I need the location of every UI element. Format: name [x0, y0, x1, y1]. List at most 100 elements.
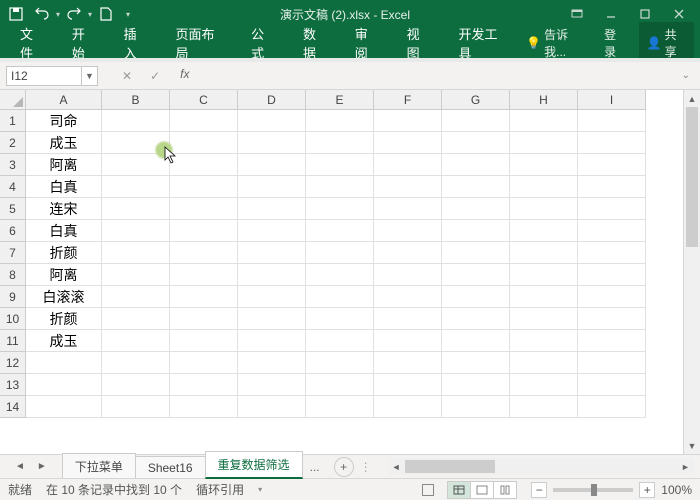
zoom-level[interactable]: 100% [661, 483, 692, 497]
row-header[interactable]: 9 [0, 286, 26, 308]
cell[interactable] [306, 176, 374, 198]
cell[interactable] [578, 374, 646, 396]
cell[interactable] [510, 176, 578, 198]
cell[interactable] [578, 308, 646, 330]
cell[interactable] [374, 286, 442, 308]
cell[interactable] [238, 308, 306, 330]
cell[interactable] [306, 264, 374, 286]
row-header[interactable]: 4 [0, 176, 26, 198]
cell[interactable] [102, 396, 170, 418]
cell[interactable] [510, 330, 578, 352]
cell[interactable] [374, 198, 442, 220]
cell[interactable] [510, 220, 578, 242]
cell[interactable] [578, 154, 646, 176]
cell[interactable] [102, 374, 170, 396]
cell[interactable] [578, 220, 646, 242]
cell[interactable] [102, 176, 170, 198]
cell[interactable] [306, 286, 374, 308]
cell[interactable] [578, 264, 646, 286]
cell[interactable] [578, 242, 646, 264]
cell[interactable] [442, 154, 510, 176]
cell[interactable] [170, 154, 238, 176]
cell[interactable] [170, 374, 238, 396]
row-header[interactable]: 14 [0, 396, 26, 418]
row-header[interactable]: 6 [0, 220, 26, 242]
sheet-tab[interactable]: 下拉菜单 [62, 453, 136, 479]
cell[interactable] [442, 352, 510, 374]
cell[interactable] [306, 352, 374, 374]
column-header[interactable]: F [374, 90, 442, 110]
cell[interactable]: 连宋 [26, 198, 102, 220]
cell[interactable] [442, 176, 510, 198]
vertical-scrollbar[interactable]: ▲ ▼ [683, 90, 700, 454]
row-header[interactable]: 5 [0, 198, 26, 220]
cell[interactable] [238, 352, 306, 374]
cell[interactable] [442, 220, 510, 242]
cell[interactable] [102, 220, 170, 242]
vscroll-thumb[interactable] [686, 107, 698, 247]
cell[interactable] [442, 286, 510, 308]
cell[interactable]: 白真 [26, 176, 102, 198]
cell[interactable]: 折颜 [26, 308, 102, 330]
name-box-dropdown[interactable]: ▼ [82, 66, 98, 86]
cell[interactable] [238, 264, 306, 286]
column-header[interactable]: C [170, 90, 238, 110]
cell[interactable]: 成玉 [26, 330, 102, 352]
cell[interactable] [26, 396, 102, 418]
view-normal-button[interactable] [447, 481, 471, 499]
cell[interactable] [306, 242, 374, 264]
cell[interactable] [170, 132, 238, 154]
cell[interactable] [306, 308, 374, 330]
cell[interactable] [578, 286, 646, 308]
cell[interactable] [442, 374, 510, 396]
cell[interactable] [102, 198, 170, 220]
cell[interactable] [26, 352, 102, 374]
zoom-in-button[interactable]: + [639, 482, 655, 498]
cell[interactable] [170, 242, 238, 264]
cell[interactable] [238, 374, 306, 396]
cell[interactable] [102, 308, 170, 330]
row-header[interactable]: 2 [0, 132, 26, 154]
cell[interactable] [170, 330, 238, 352]
cell[interactable] [578, 176, 646, 198]
cell[interactable] [442, 308, 510, 330]
cell[interactable] [578, 330, 646, 352]
cell[interactable] [306, 374, 374, 396]
row-header[interactable]: 1 [0, 110, 26, 132]
cell[interactable] [170, 198, 238, 220]
cell[interactable]: 折颜 [26, 242, 102, 264]
cell[interactable] [374, 220, 442, 242]
formula-input[interactable] [197, 66, 669, 86]
scroll-right-button[interactable]: ► [677, 458, 694, 475]
cell[interactable] [510, 396, 578, 418]
row-header[interactable]: 8 [0, 264, 26, 286]
cell[interactable] [510, 374, 578, 396]
column-header[interactable]: B [102, 90, 170, 110]
name-box[interactable]: I12 [6, 66, 82, 86]
cell[interactable] [442, 330, 510, 352]
cell[interactable] [578, 198, 646, 220]
cell[interactable] [374, 396, 442, 418]
cancel-formula-icon[interactable]: ✕ [118, 67, 136, 85]
column-header[interactable]: A [26, 90, 102, 110]
cell[interactable] [170, 396, 238, 418]
cell[interactable]: 成玉 [26, 132, 102, 154]
row-header[interactable]: 12 [0, 352, 26, 374]
cell[interactable] [102, 242, 170, 264]
cell[interactable] [510, 198, 578, 220]
cell[interactable] [306, 132, 374, 154]
cell[interactable] [26, 374, 102, 396]
cell[interactable]: 阿离 [26, 264, 102, 286]
sheet-tabs-more[interactable]: ... [302, 456, 328, 478]
add-sheet-button[interactable]: + [334, 457, 354, 477]
column-header[interactable]: H [510, 90, 578, 110]
scroll-down-button[interactable]: ▼ [684, 437, 700, 454]
cell[interactable] [170, 176, 238, 198]
cell[interactable] [306, 330, 374, 352]
row-header[interactable]: 13 [0, 374, 26, 396]
hscroll-thumb[interactable] [405, 460, 495, 473]
formula-expand-icon[interactable]: ⌄ [678, 70, 694, 81]
cell[interactable] [442, 396, 510, 418]
column-header[interactable]: G [442, 90, 510, 110]
cell[interactable] [306, 110, 374, 132]
